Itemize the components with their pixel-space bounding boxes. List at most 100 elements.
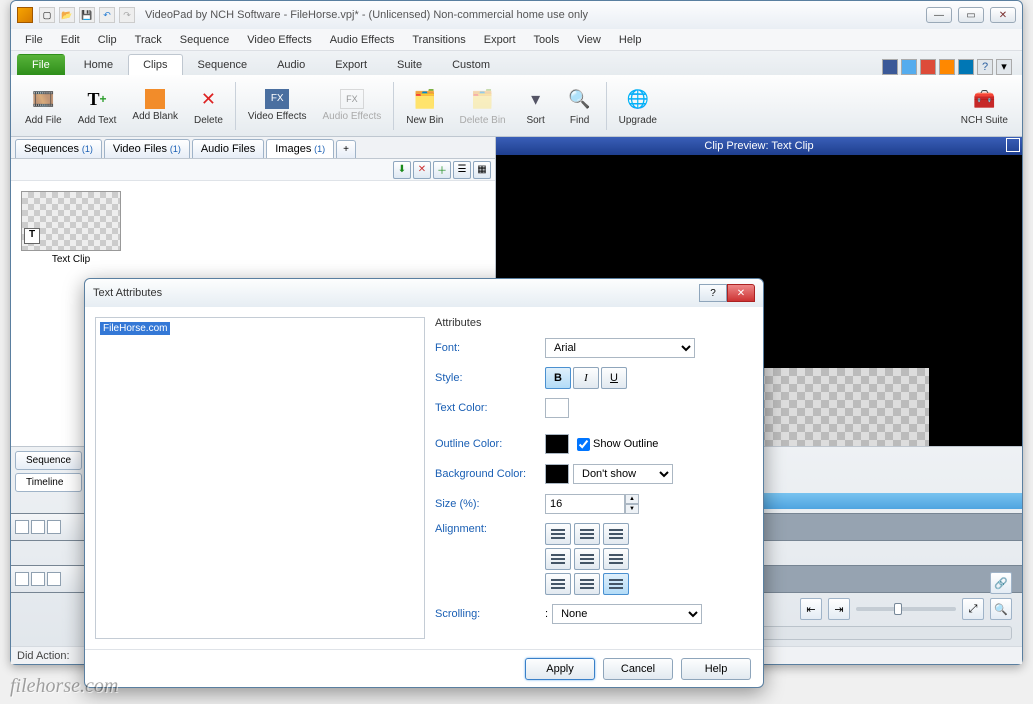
video-effects-button[interactable]: FXVideo Effects (240, 85, 315, 126)
track-mute-icon[interactable] (15, 572, 29, 586)
dialog-close-button[interactable]: ✕ (727, 284, 755, 302)
nch-suite-button[interactable]: 🧰NCH Suite (953, 81, 1016, 130)
spin-up-icon[interactable]: ▲ (625, 494, 639, 504)
menu-clip[interactable]: Clip (90, 32, 125, 48)
track-speaker-icon[interactable] (31, 572, 45, 586)
timeline-tab-sequence[interactable]: Sequence (15, 451, 82, 470)
menu-audio-effects[interactable]: Audio Effects (322, 32, 403, 48)
size-input[interactable] (545, 494, 625, 514)
align-mid-center[interactable] (574, 548, 600, 570)
menu-help[interactable]: Help (611, 32, 650, 48)
align-top-right[interactable] (603, 523, 629, 545)
menu-video-effects[interactable]: Video Effects (239, 32, 319, 48)
bold-button[interactable]: B (545, 367, 571, 389)
track-lock-icon[interactable] (47, 520, 61, 534)
dialog-help-button[interactable]: ? (699, 284, 727, 302)
bin-btn-grid-icon[interactable]: ▦ (473, 161, 491, 179)
sort-button[interactable]: ▾Sort (514, 81, 558, 130)
font-select[interactable]: Arial (545, 338, 695, 358)
menu-track[interactable]: Track (127, 32, 170, 48)
upgrade-button[interactable]: 🌐Upgrade (611, 81, 665, 130)
menu-view[interactable]: View (569, 32, 609, 48)
qa-save-icon[interactable]: 💾 (79, 7, 95, 23)
maximize-button[interactable]: ▭ (958, 7, 984, 23)
italic-button[interactable]: I (573, 367, 599, 389)
new-bin-button[interactable]: 🗂️New Bin (398, 81, 451, 130)
qa-new-icon[interactable]: ▢ (39, 7, 55, 23)
next-edit-button[interactable]: ⇥ (828, 598, 850, 620)
track-lock-icon[interactable] (47, 572, 61, 586)
bin-btn-x-icon[interactable]: ✕ (413, 161, 431, 179)
align-top-left[interactable] (545, 523, 571, 545)
outline-color-swatch[interactable] (545, 434, 569, 454)
align-bot-left[interactable] (545, 573, 571, 595)
chevron-down-icon[interactable]: ▾ (996, 59, 1012, 75)
add-blank-button[interactable]: Add Blank (124, 85, 186, 126)
scrolling-select[interactable]: None (552, 604, 702, 624)
align-mid-left[interactable] (545, 548, 571, 570)
bin-tab-images[interactable]: Images (1) (266, 139, 334, 158)
main-close-button[interactable]: ✕ (990, 7, 1016, 23)
bg-show-select[interactable]: Don't show (573, 464, 673, 484)
text-color-swatch[interactable] (545, 398, 569, 418)
bin-btn-down-icon[interactable]: ⬇ (393, 161, 411, 179)
size-spinner[interactable]: ▲▼ (545, 494, 639, 514)
menu-transitions[interactable]: Transitions (404, 32, 473, 48)
ribbon-tab-suite[interactable]: Suite (382, 54, 437, 75)
clip-item[interactable]: Text Clip (21, 191, 121, 265)
timeline-tab-timeline[interactable]: Timeline (15, 473, 82, 492)
qa-redo-icon[interactable]: ↷ (119, 7, 135, 23)
dialog-help-button-footer[interactable]: Help (681, 658, 751, 680)
apply-button[interactable]: Apply (525, 658, 595, 680)
bin-tab-add[interactable]: + (336, 140, 356, 158)
ribbon-tab-export[interactable]: Export (320, 54, 382, 75)
bin-btn-add-icon[interactable]: ＋ (433, 161, 451, 179)
bg-color-swatch[interactable] (545, 464, 569, 484)
align-bot-center[interactable] (574, 573, 600, 595)
track-vis-icon[interactable] (15, 520, 29, 534)
link-icon[interactable]: 🔗 (990, 572, 1012, 594)
cancel-button[interactable]: Cancel (603, 658, 673, 680)
twitter-icon[interactable] (901, 59, 917, 75)
underline-button[interactable]: U (601, 367, 627, 389)
linkedin-icon[interactable] (958, 59, 974, 75)
qa-open-icon[interactable]: 📂 (59, 7, 75, 23)
ribbon-tab-sequence[interactable]: Sequence (183, 54, 263, 75)
bin-btn-list-icon[interactable]: ☰ (453, 161, 471, 179)
qa-undo-icon[interactable]: ↶ (99, 7, 115, 23)
zoom-fit-button[interactable]: ⤢ (962, 598, 984, 620)
ribbon-tab-audio[interactable]: Audio (262, 54, 320, 75)
menu-export[interactable]: Export (476, 32, 524, 48)
align-top-center[interactable] (574, 523, 600, 545)
find-button[interactable]: 🔍Find (558, 81, 602, 130)
stumble-icon[interactable] (939, 59, 955, 75)
popout-icon[interactable] (1006, 138, 1020, 152)
add-file-button[interactable]: 🎞️Add File (17, 81, 70, 130)
menu-tools[interactable]: Tools (526, 32, 568, 48)
delete-button[interactable]: ✕Delete (186, 81, 231, 130)
zoom-button[interactable]: 🔍 (990, 598, 1012, 620)
align-mid-right[interactable] (603, 548, 629, 570)
spin-down-icon[interactable]: ▼ (625, 504, 639, 514)
bin-tab-video-files[interactable]: Video Files (1) (104, 139, 190, 158)
help-icon[interactable]: ? (977, 59, 993, 75)
minimize-button[interactable]: — (926, 7, 952, 23)
menu-sequence[interactable]: Sequence (172, 32, 238, 48)
ribbon-tab-file[interactable]: File (17, 54, 65, 75)
bin-tab-audio-files[interactable]: Audio Files (192, 139, 264, 158)
menu-edit[interactable]: Edit (53, 32, 88, 48)
prev-edit-button[interactable]: ⇤ (800, 598, 822, 620)
track-fx-icon[interactable] (31, 520, 45, 534)
gplus-icon[interactable] (920, 59, 936, 75)
bin-tab-sequences[interactable]: Sequences (1) (15, 139, 102, 158)
ribbon-tab-custom[interactable]: Custom (437, 54, 505, 75)
align-bot-right[interactable] (603, 573, 629, 595)
ribbon-tab-home[interactable]: Home (69, 54, 128, 75)
add-text-button[interactable]: T+Add Text (70, 81, 125, 130)
ribbon-tab-clips[interactable]: Clips (128, 54, 182, 75)
show-outline-checkbox[interactable] (577, 438, 590, 451)
text-content-box[interactable]: FileHorse.com (95, 317, 425, 639)
zoom-slider[interactable] (856, 607, 956, 611)
facebook-icon[interactable] (882, 59, 898, 75)
menu-file[interactable]: File (17, 32, 51, 48)
